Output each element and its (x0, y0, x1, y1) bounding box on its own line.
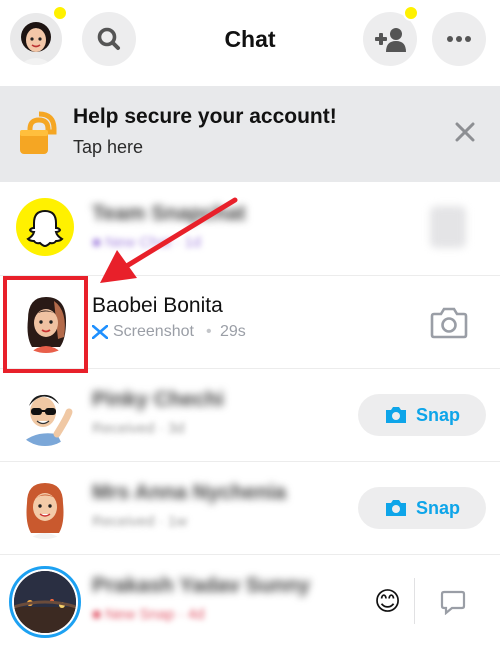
header: Chat (0, 0, 500, 84)
emoji-badge: 😊 (374, 586, 402, 616)
friend-name: Baobei Bonita (92, 294, 223, 317)
snap-label: Snap (415, 497, 460, 518)
banner-title: Help secure your account! (73, 105, 337, 128)
blurred-name: Prakash Yadav Sunny (92, 574, 310, 597)
snap-label: Snap (415, 404, 460, 425)
camera-icon (385, 500, 406, 516)
add-friend-notification-dot (403, 5, 419, 21)
status-separator: • (206, 323, 212, 340)
friend-avatar (13, 475, 77, 539)
highlight-box (3, 276, 88, 373)
story-avatar (14, 571, 76, 633)
page-title: Chat (224, 26, 276, 52)
banner-subtitle: Tap here (73, 137, 144, 157)
more-options-button[interactable] (432, 12, 486, 66)
profile-notification-dot (52, 5, 68, 21)
chat-row[interactable]: Pinky Chechi Received · 3d Snap (0, 370, 500, 462)
snap-button[interactable]: Snap (358, 487, 486, 529)
divider (414, 578, 415, 624)
secure-account-banner[interactable] (0, 86, 500, 182)
blurred-name: Mrs Anna Nychenia (92, 481, 287, 504)
chat-row[interactable]: Team Snapchat ■ New Chat · 1d (0, 184, 500, 276)
chat-time: 29s (220, 323, 246, 340)
camera-icon (385, 407, 406, 423)
blurred-name: Pinky Chechi (92, 388, 224, 411)
close-icon[interactable] (450, 117, 480, 147)
screenshot-icon (92, 325, 108, 339)
camera-icon[interactable] (430, 305, 468, 339)
snapchat-ghost-avatar (16, 198, 74, 256)
chat-icon[interactable] (440, 589, 466, 615)
chat-icon[interactable] (430, 206, 466, 248)
annotation-arrow (100, 197, 238, 283)
blurred-status: Received · 3d (92, 420, 185, 437)
lock-icon (20, 111, 57, 154)
blurred-status: Received · 1w (92, 513, 188, 530)
chat-status: Screenshot (113, 323, 194, 340)
add-friend-icon (375, 28, 406, 52)
chat-row[interactable]: Mrs Anna Nychenia Received · 1w Snap (0, 463, 500, 555)
ghost-icon (26, 209, 64, 248)
snap-button[interactable]: Snap (358, 394, 486, 436)
more-dots-icon (447, 36, 471, 42)
chat-row[interactable]: Prakash Yadav Sunny ■ New Snap · 4d 😊 (0, 556, 500, 656)
blurred-status: ■ New Snap · 4d (92, 606, 205, 623)
friend-avatar (13, 382, 77, 446)
